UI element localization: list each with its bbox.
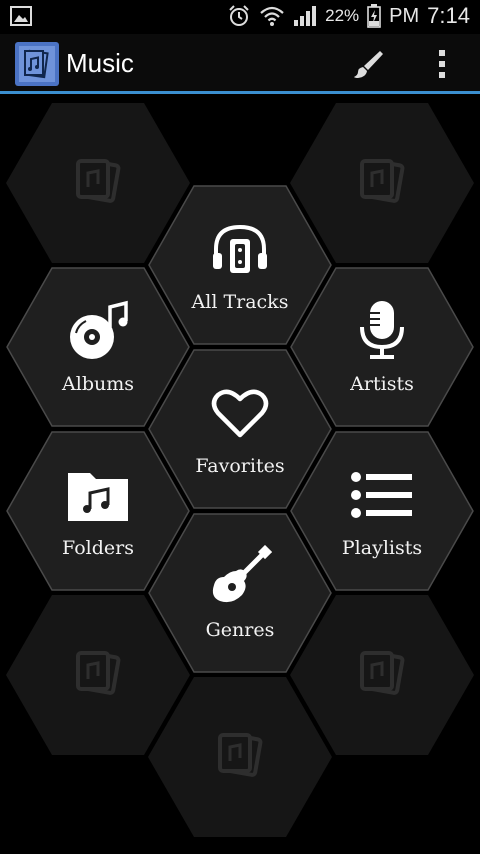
list-icon xyxy=(351,472,412,518)
action-bar: Music xyxy=(0,34,480,94)
empty-hex-tile xyxy=(148,677,332,837)
app-logo-icon xyxy=(15,42,59,86)
headphones-icon xyxy=(213,224,267,273)
status-bar: 22% PM 7:14 xyxy=(0,0,480,34)
microphone-icon xyxy=(360,301,404,359)
placeholder-music-icon xyxy=(360,159,405,203)
placeholder-music-icon xyxy=(360,651,405,695)
paintbrush-icon[interactable] xyxy=(352,48,384,80)
action-bar-divider xyxy=(0,91,480,94)
alarm-icon xyxy=(229,5,249,26)
overflow-menu-icon[interactable] xyxy=(426,48,458,80)
placeholder-music-icon xyxy=(76,651,121,695)
battery-charging-icon xyxy=(367,4,381,28)
placeholder-music-icon xyxy=(76,159,121,203)
category-grid: All Tracks Albums Artists Favorites Fold… xyxy=(0,97,480,854)
app-title: Music xyxy=(66,48,134,78)
disc-icon xyxy=(70,300,128,359)
signal-icon xyxy=(294,6,317,26)
artists-label: Artists xyxy=(350,373,414,395)
battery-percent: 22% xyxy=(325,6,360,25)
placeholder-music-icon xyxy=(218,733,263,777)
heart-icon xyxy=(211,389,269,438)
wifi-icon xyxy=(260,6,284,26)
playlists-label: Playlists xyxy=(341,537,423,559)
all-tracks-label: All Tracks xyxy=(191,291,289,313)
favorites-label: Favorites xyxy=(195,455,285,477)
guitar-icon xyxy=(212,545,272,603)
folder-icon xyxy=(68,473,128,521)
albums-label: Albums xyxy=(62,373,134,395)
clock-time: 7:14 xyxy=(427,3,470,28)
time-period: PM xyxy=(389,4,420,27)
folders-label: Folders xyxy=(62,537,134,559)
image-notification-icon xyxy=(10,6,32,32)
genres-label: Genres xyxy=(205,619,275,641)
